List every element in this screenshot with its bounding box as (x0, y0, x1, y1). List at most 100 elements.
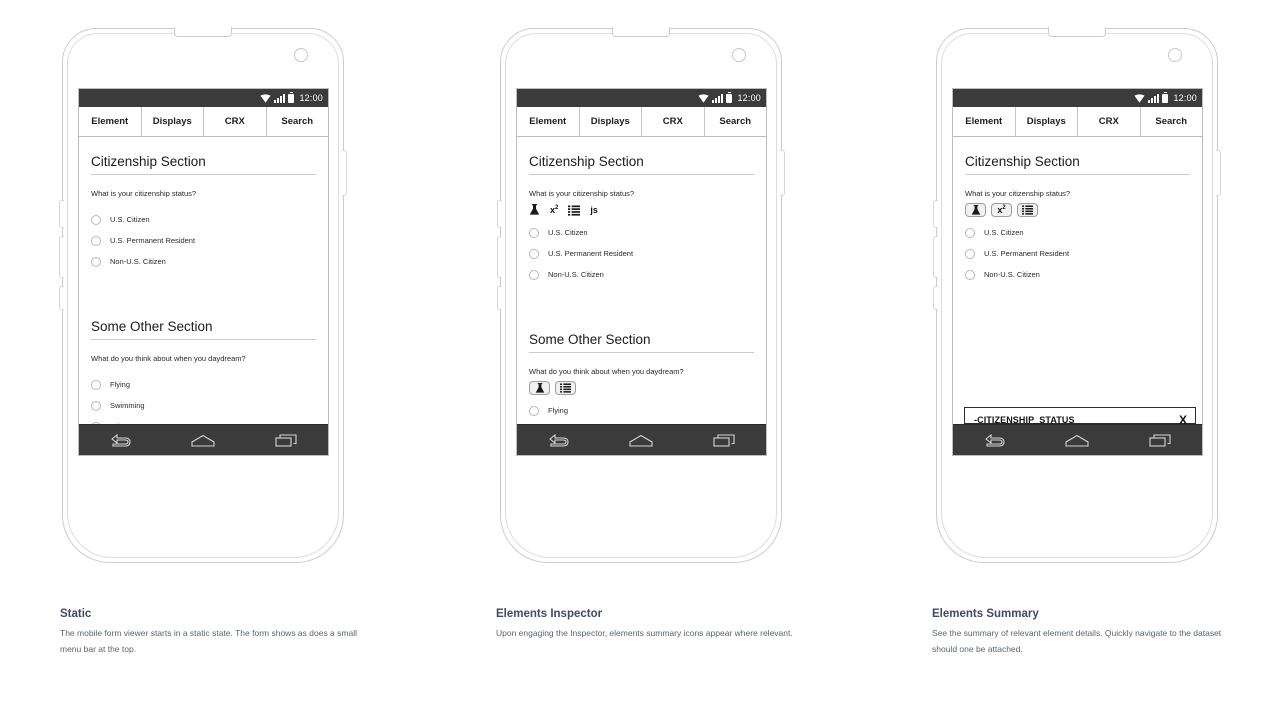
radio-label: U.S. Permanent Resident (984, 249, 1070, 258)
camera-icon (732, 48, 746, 62)
radio-option[interactable]: U.S. Citizen (91, 209, 316, 230)
home-icon[interactable] (629, 434, 653, 447)
radio-dot[interactable] (529, 227, 539, 238)
volume-button[interactable] (497, 236, 502, 278)
radio-option[interactable]: U.S. Permanent Resident (91, 230, 316, 251)
volume-button[interactable] (59, 200, 64, 228)
section-title-other: Some Other Section (91, 302, 316, 340)
volume-button[interactable] (497, 200, 502, 228)
radio-dot[interactable] (91, 421, 101, 424)
status-time: 12:00 (299, 93, 323, 103)
back-icon[interactable] (109, 433, 131, 447)
radio-dot[interactable] (91, 235, 101, 246)
radio-option[interactable]: Non-U.S. Citizen (529, 264, 754, 285)
radio-option[interactable]: U.S. Permanent Resident (529, 243, 754, 264)
radio-dot[interactable] (965, 248, 975, 259)
radio-option[interactable]: Other (91, 416, 316, 424)
home-icon[interactable] (1065, 434, 1089, 447)
radio-option[interactable]: Non-U.S. Citizen (91, 251, 316, 272)
tab-displays[interactable]: Displays (142, 107, 204, 136)
radio-option[interactable]: Flying (91, 374, 316, 395)
list-icon[interactable] (1017, 203, 1038, 217)
section-title-citizenship: Citizenship Section (91, 137, 316, 175)
status-bar: 12:00 (953, 89, 1202, 107)
phone-screen: 12:00 Element Displays CRX Search Citize… (952, 88, 1203, 456)
radio-group-other: Flying Swimming Other (91, 374, 316, 424)
radio-label: Swimming (110, 401, 145, 410)
android-nav-bar (517, 424, 766, 455)
volume-button[interactable] (59, 286, 64, 310)
status-time: 12:00 (737, 93, 761, 103)
tab-crx[interactable]: CRX (204, 107, 267, 136)
caption-title: Elements Summary (932, 608, 1039, 620)
radio-option[interactable]: Non-U.S. Citizen (965, 264, 1190, 285)
form-area: Citizenship Section What is your citizen… (953, 137, 1202, 424)
radio-option[interactable]: U.S. Citizen (529, 222, 754, 243)
tab-element[interactable]: Element (517, 107, 580, 136)
radio-dot[interactable] (965, 269, 975, 280)
flask-icon[interactable] (529, 381, 550, 395)
radio-option[interactable]: Swimming (529, 421, 754, 424)
power-button[interactable] (342, 150, 347, 196)
superscript-icon[interactable]: x2 (991, 203, 1012, 217)
home-icon[interactable] (191, 434, 215, 447)
tab-search[interactable]: Search (1141, 107, 1203, 136)
flask-icon[interactable] (529, 204, 540, 216)
question-label-citizenship: What is your citizenship status? (529, 189, 635, 198)
tab-displays[interactable]: Displays (580, 107, 642, 136)
tab-element[interactable]: Element (953, 107, 1016, 136)
list-icon[interactable] (568, 205, 581, 216)
tab-displays[interactable]: Displays (1016, 107, 1078, 136)
list-icon[interactable] (555, 381, 576, 395)
radio-dot[interactable] (529, 248, 539, 259)
phone-mockup-static: 12:00 Element Displays CRX Search Citize… (59, 27, 347, 563)
radio-option[interactable]: U.S. Citizen (965, 222, 1190, 243)
close-icon[interactable]: X (1179, 414, 1187, 424)
volume-button[interactable] (59, 236, 64, 278)
caption-title: Elements Inspector (496, 608, 603, 620)
back-icon[interactable] (983, 433, 1005, 447)
section-title-citizenship: Citizenship Section (529, 137, 754, 175)
question-label-citizenship: What is your citizenship status? (965, 189, 1071, 198)
volume-button[interactable] (933, 200, 938, 228)
radio-dot[interactable] (965, 227, 975, 238)
flask-icon[interactable] (965, 203, 986, 217)
radio-dot[interactable] (91, 379, 101, 390)
recents-icon[interactable] (275, 433, 298, 447)
js-icon[interactable]: js (590, 205, 598, 215)
radio-option[interactable]: U.S. Permanent Resident (965, 243, 1190, 264)
tab-search[interactable]: Search (267, 107, 329, 136)
element-summary-panel: -CITIZENSHIP_STATUS X Summary JS Logic D… (964, 407, 1196, 424)
radio-dot[interactable] (91, 400, 101, 411)
superscript-icon[interactable]: x2 (550, 205, 558, 215)
radio-label: Non-U.S. Citizen (110, 257, 166, 266)
section-title-other: Some Other Section (529, 315, 754, 353)
radio-dot[interactable] (91, 214, 101, 225)
signal-icon (1148, 93, 1160, 103)
caption-title: Static (60, 608, 92, 620)
volume-button[interactable] (933, 286, 938, 310)
camera-icon (1168, 48, 1182, 62)
radio-dot[interactable] (91, 256, 101, 267)
signal-icon (712, 93, 724, 103)
recents-icon[interactable] (713, 433, 736, 447)
radio-option[interactable]: Flying (529, 400, 754, 421)
tab-crx[interactable]: CRX (1078, 107, 1141, 136)
power-button[interactable] (780, 150, 785, 196)
radio-label: Other (110, 422, 129, 424)
tab-search[interactable]: Search (705, 107, 767, 136)
status-bar: 12:00 (517, 89, 766, 107)
recents-icon[interactable] (1149, 433, 1172, 447)
volume-button[interactable] (497, 286, 502, 310)
element-summary-icons-other (529, 381, 754, 395)
volume-button[interactable] (933, 236, 938, 278)
radio-option[interactable]: Swimming (91, 395, 316, 416)
tab-element[interactable]: Element (79, 107, 142, 136)
tab-crx[interactable]: CRX (642, 107, 705, 136)
panel-header: -CITIZENSHIP_STATUS X (965, 408, 1195, 424)
radio-dot[interactable] (529, 269, 539, 280)
radio-dot[interactable] (529, 405, 539, 416)
back-icon[interactable] (547, 433, 569, 447)
power-button[interactable] (1216, 150, 1221, 196)
